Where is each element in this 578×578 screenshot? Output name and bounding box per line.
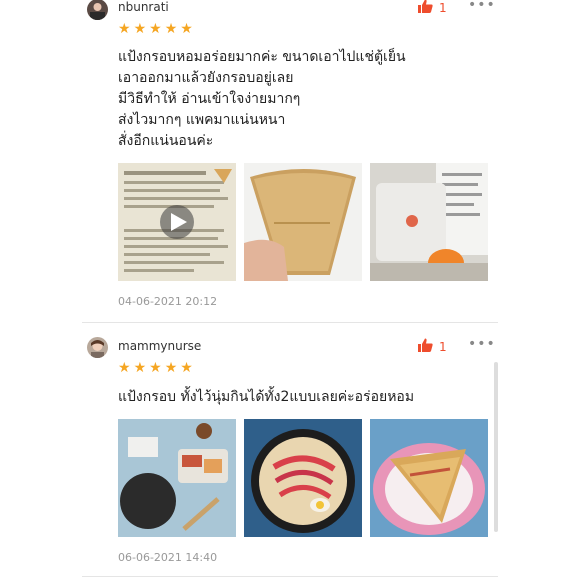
star-rating: ★ ★ ★ ★ ★	[118, 361, 193, 375]
avatar[interactable]	[87, 0, 108, 20]
review-text: แป้งกรอบหอมอร่อยมากค่ะ ขนาดเอาไปแช่ตู้เย…	[118, 47, 406, 152]
review-media	[118, 419, 488, 537]
scrollbar[interactable]	[494, 362, 498, 532]
star-icon: ★	[180, 21, 193, 37]
review-photo[interactable]	[244, 419, 362, 537]
star-icon: ★	[133, 360, 147, 376]
star-rating: ★ ★ ★ ★ ★	[118, 22, 193, 36]
review-username[interactable]: nbunrati	[118, 0, 169, 14]
review-photo[interactable]	[118, 419, 236, 537]
review-photo[interactable]	[244, 163, 362, 281]
star-icon: ★	[180, 360, 193, 376]
review-date: 06-06-2021 14:40	[118, 551, 218, 564]
review-line: มีวิธีทำให้ อ่านเข้าใจง่ายมากๆ	[118, 91, 301, 107]
review-media	[118, 163, 488, 281]
review-text: แป้งกรอบ ทั้งไว้นุ่มกินได้ทั้ง2แบบเลยค่ะ…	[118, 387, 414, 408]
avatar[interactable]	[87, 337, 108, 358]
like-count: 1	[439, 0, 447, 15]
star-icon: ★	[118, 360, 131, 376]
divider	[82, 322, 498, 323]
review-username[interactable]: mammynurse	[118, 339, 201, 353]
like-button[interactable]: 1	[418, 0, 447, 17]
thumbs-up-icon	[418, 0, 433, 17]
thumbs-up-icon	[418, 337, 433, 356]
star-icon: ★	[164, 21, 178, 37]
like-count: 1	[439, 339, 447, 354]
review-line: สั่งอีกแน่นอนค่ะ	[118, 133, 214, 149]
more-icon[interactable]: •••	[468, 336, 496, 352]
video-thumbnail[interactable]	[118, 163, 236, 281]
review-line: แป้งกรอบ ทั้งไว้นุ่มกินได้ทั้ง2แบบเลยค่ะ…	[118, 389, 415, 405]
review-photo[interactable]	[370, 419, 488, 537]
review-line: เอาออกมาแล้วยังกรอบอยู่เลย	[118, 70, 294, 86]
like-button[interactable]: 1	[418, 337, 447, 356]
divider	[82, 576, 498, 577]
star-icon: ★	[164, 360, 178, 376]
star-icon: ★	[133, 21, 147, 37]
review-line: แป้งกรอบหอมอร่อยมากค่ะ ขนาดเอาไปแช่ตู้เย…	[118, 49, 406, 65]
review-photo[interactable]	[370, 163, 488, 281]
review-line: ส่งไวมากๆ แพคมาแน่นหนา	[118, 112, 286, 128]
review-date: 04-06-2021 20:12	[118, 295, 218, 308]
star-icon: ★	[149, 360, 162, 376]
star-icon: ★	[118, 21, 131, 37]
more-icon[interactable]: •••	[468, 0, 496, 13]
star-icon: ★	[149, 21, 162, 37]
